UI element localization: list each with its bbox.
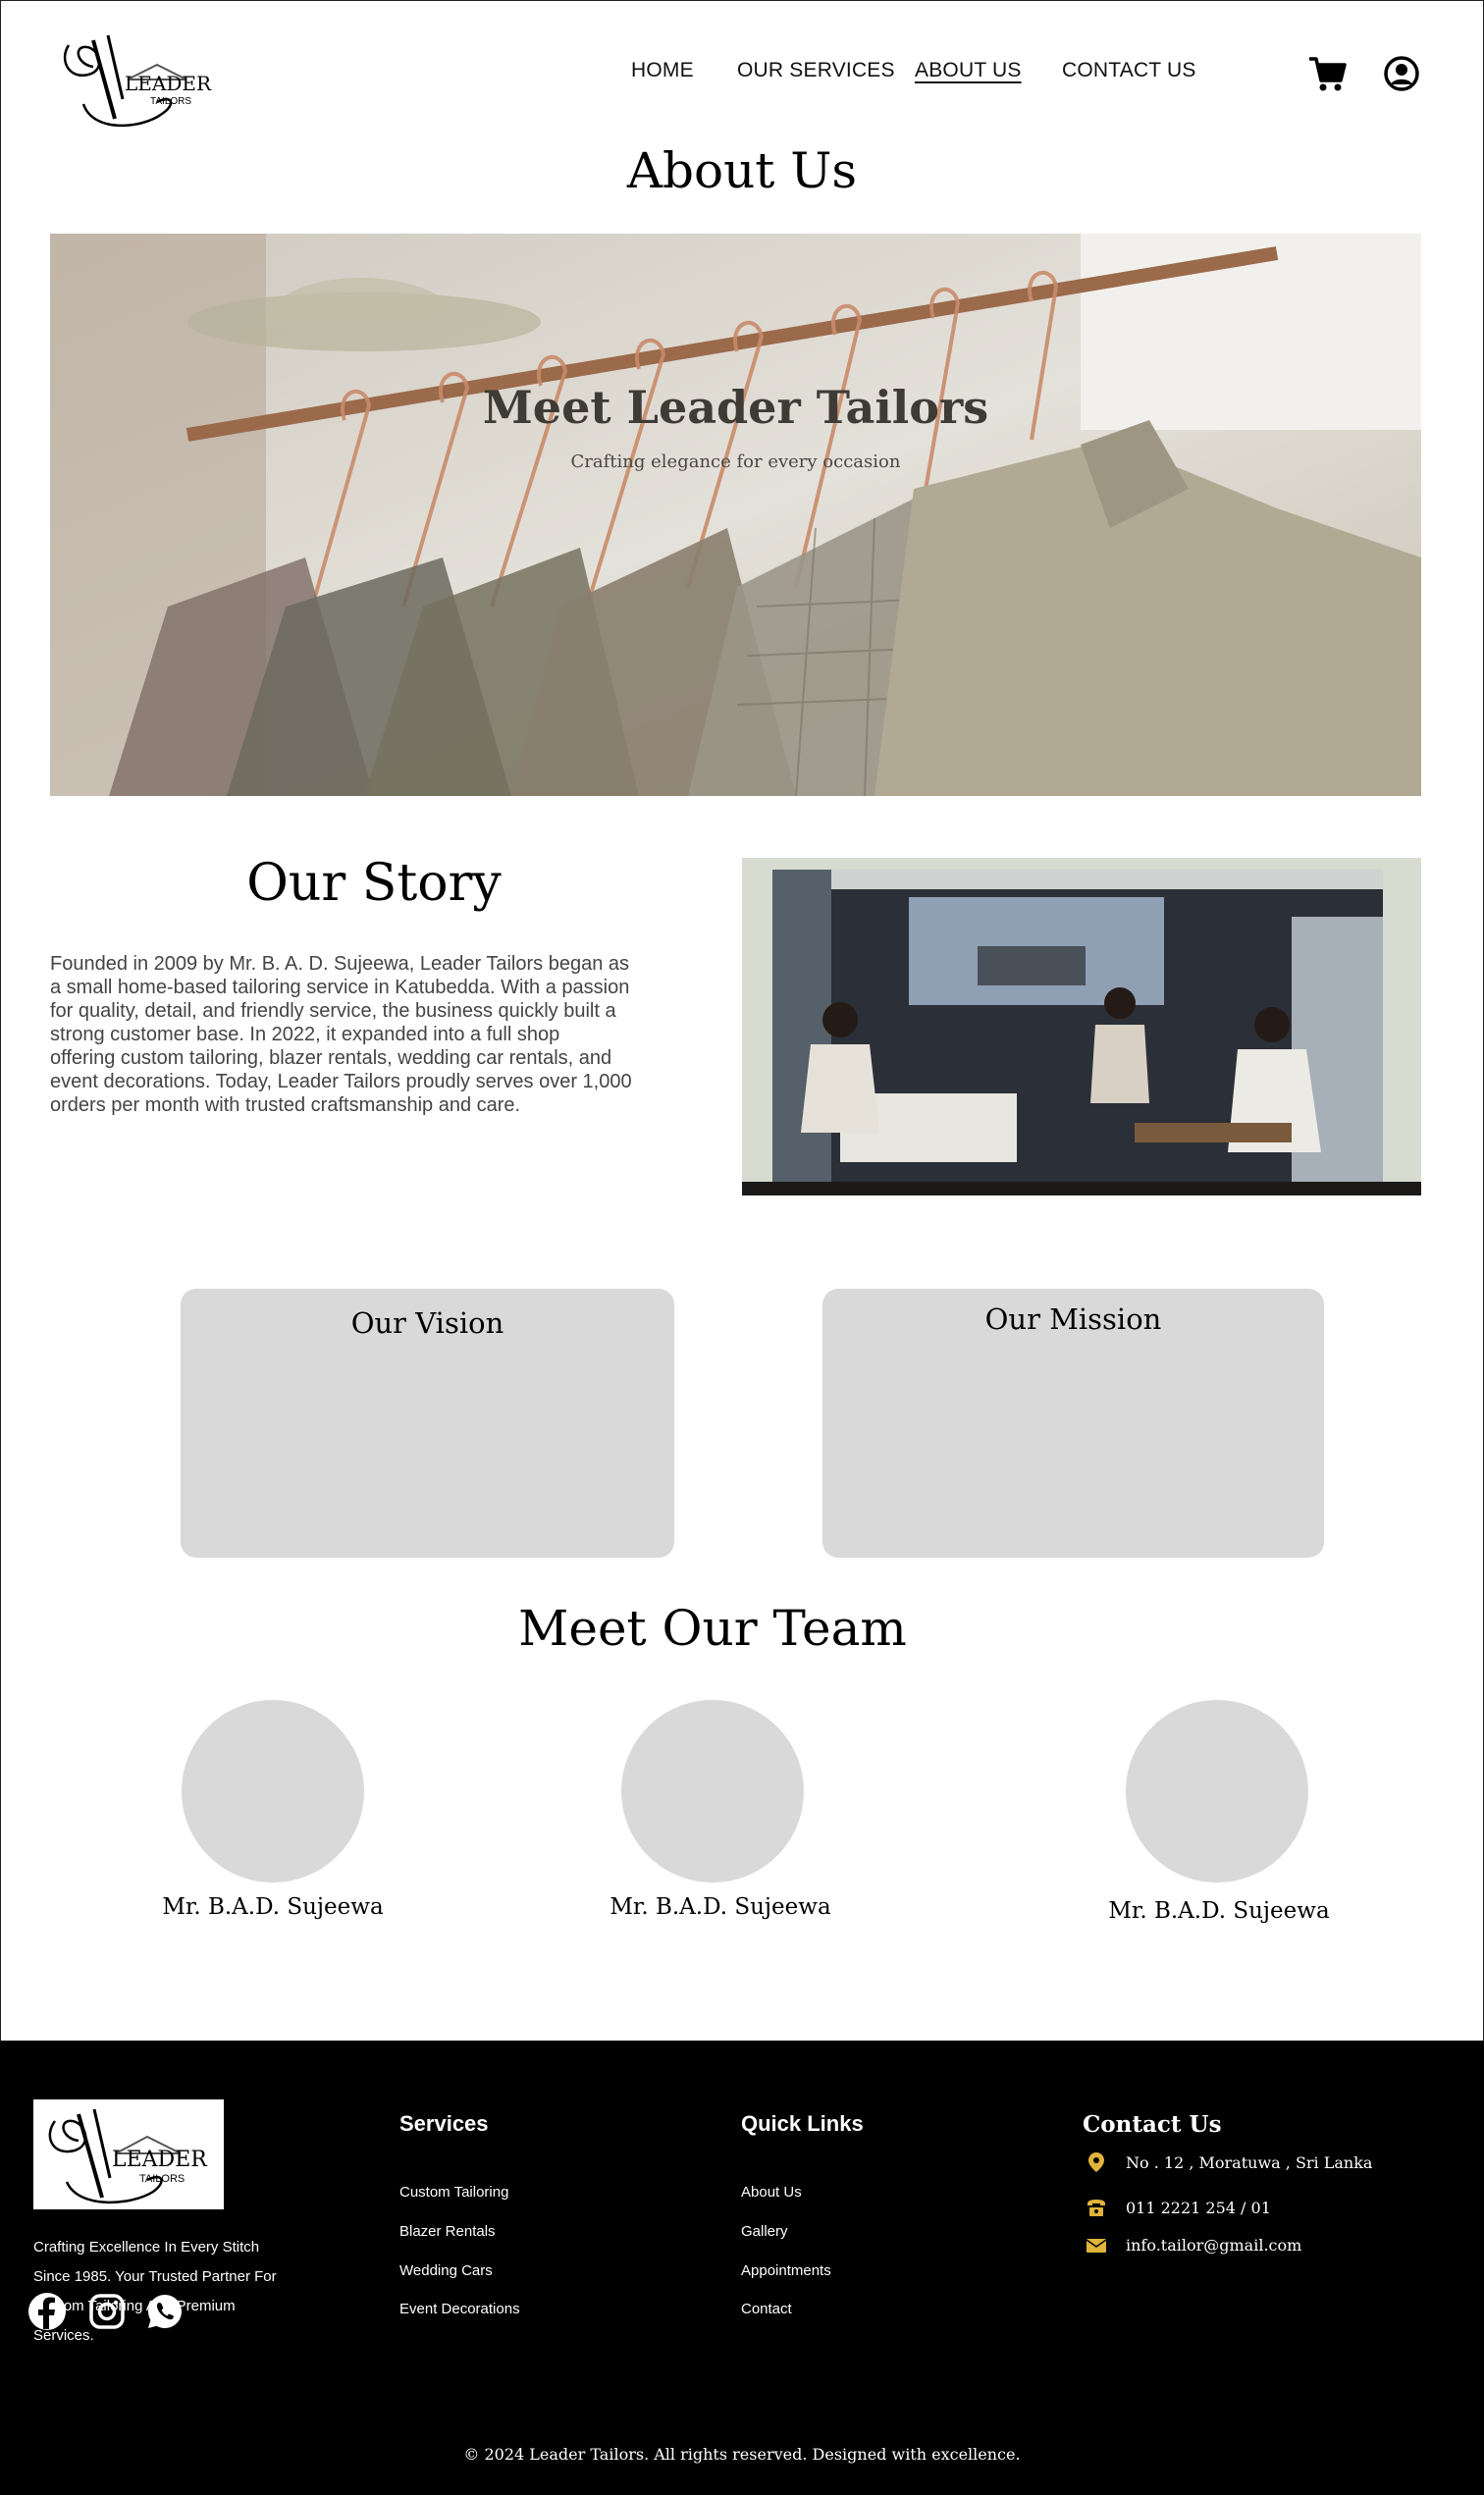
location-pin-icon bbox=[1085, 2150, 1108, 2174]
footer-link-gallery[interactable]: Gallery bbox=[741, 2223, 788, 2240]
logo-word: LEADER bbox=[125, 72, 212, 95]
footer-link-blazer-rentals[interactable]: Blazer Rentals bbox=[399, 2223, 496, 2240]
footer-contact-heading: Contact Us bbox=[1083, 2111, 1222, 2138]
footer-logo-small: TAILORS bbox=[139, 2173, 185, 2185]
footer-quick-links-heading: Quick Links bbox=[741, 2111, 864, 2136]
team-title: Meet Our Team bbox=[518, 1600, 907, 1657]
copyright-text: © 2024 Leader Tailors. All rights reserv… bbox=[463, 2445, 1021, 2464]
story-line: Founded in 2009 by Mr. B. A. D. Sujeewa,… bbox=[50, 953, 629, 975]
team-avatar bbox=[1126, 1700, 1308, 1883]
hero-subtitle: Crafting elegance for every occasion bbox=[570, 451, 901, 472]
story-line: for quality, detail, and friendly servic… bbox=[50, 1000, 616, 1022]
tagline-line: Since 1985. Your Trusted Partner For bbox=[33, 2268, 277, 2285]
story-line: orders per month with trusted craftsmans… bbox=[50, 1094, 521, 1116]
footer-link-event-decorations[interactable]: Event Decorations bbox=[399, 2301, 520, 2317]
our-mission-card: Our Mission bbox=[822, 1289, 1324, 1558]
team-avatar bbox=[621, 1700, 804, 1883]
footer-phone: 011 2221 254 / 01 bbox=[1126, 2199, 1271, 2217]
story-line: event decorations. Today, Leader Tailors… bbox=[50, 1071, 632, 1092]
story-line: a small home-based tailoring service in … bbox=[50, 977, 630, 998]
nav-about-us[interactable]: ABOUT US bbox=[915, 59, 1022, 82]
nav-home[interactable]: HOME bbox=[631, 59, 694, 82]
footer-link-contact[interactable]: Contact bbox=[741, 2301, 792, 2317]
story-line: offering custom tailoring, blazer rental… bbox=[50, 1047, 612, 1069]
tagline-line: Crafting Excellence In Every Stitch bbox=[33, 2239, 260, 2256]
our-story-text: Founded in 2009 by Mr. B. A. D. Sujeewa,… bbox=[50, 952, 678, 1117]
team-member-name: Mr. B.A.D. Sujeewa bbox=[162, 1894, 384, 1920]
facebook-icon[interactable] bbox=[27, 2292, 67, 2331]
story-photo bbox=[742, 858, 1421, 1195]
site-logo[interactable]: LEADER TAILORS bbox=[54, 26, 226, 133]
our-vision-title: Our Vision bbox=[350, 1306, 504, 1340]
whatsapp-icon[interactable] bbox=[145, 2292, 185, 2331]
footer-link-custom-tailoring[interactable]: Custom Tailoring bbox=[399, 2184, 508, 2201]
hero-banner: Meet Leader Tailors Crafting elegance fo… bbox=[50, 234, 1421, 796]
cart-icon[interactable] bbox=[1307, 54, 1347, 93]
our-story-title: Our Story bbox=[246, 854, 502, 913]
story-line: strong customer base. In 2022, it expand… bbox=[50, 1024, 560, 1045]
team-avatar bbox=[182, 1700, 364, 1883]
footer-logo[interactable]: LEADER TAILORS bbox=[33, 2099, 224, 2209]
footer-address: No . 12 , Moratuwa , Sri Lanka bbox=[1126, 2153, 1373, 2172]
nav-contact-us[interactable]: CONTACT US bbox=[1062, 59, 1196, 82]
our-vision-card: Our Vision bbox=[181, 1289, 674, 1558]
site-footer: LEADER TAILORS Crafting Excellence In Ev… bbox=[0, 2041, 1484, 2495]
footer-link-appointments[interactable]: Appointments bbox=[741, 2262, 831, 2279]
phone-icon bbox=[1085, 2196, 1108, 2219]
logo-small: TAILORS bbox=[150, 96, 191, 107]
our-mission-title: Our Mission bbox=[984, 1302, 1162, 1336]
email-icon bbox=[1085, 2234, 1108, 2257]
footer-link-about-us[interactable]: About Us bbox=[741, 2184, 802, 2201]
footer-services-heading: Services bbox=[399, 2111, 489, 2136]
user-account-icon[interactable] bbox=[1382, 54, 1421, 93]
footer-email[interactable]: info.tailor@gmail.com bbox=[1126, 2236, 1301, 2255]
footer-logo-word: LEADER bbox=[112, 2148, 208, 2172]
instagram-icon[interactable] bbox=[87, 2292, 127, 2331]
hero-image bbox=[50, 234, 1421, 796]
footer-link-wedding-cars[interactable]: Wedding Cars bbox=[399, 2262, 493, 2279]
team-member-name: Mr. B.A.D. Sujeewa bbox=[610, 1894, 831, 1920]
page-title: About Us bbox=[626, 142, 858, 199]
hero-title: Meet Leader Tailors bbox=[482, 381, 989, 434]
team-member-name: Mr. B.A.D. Sujeewa bbox=[1108, 1898, 1330, 1924]
nav-our-services[interactable]: OUR SERVICES bbox=[737, 59, 895, 82]
